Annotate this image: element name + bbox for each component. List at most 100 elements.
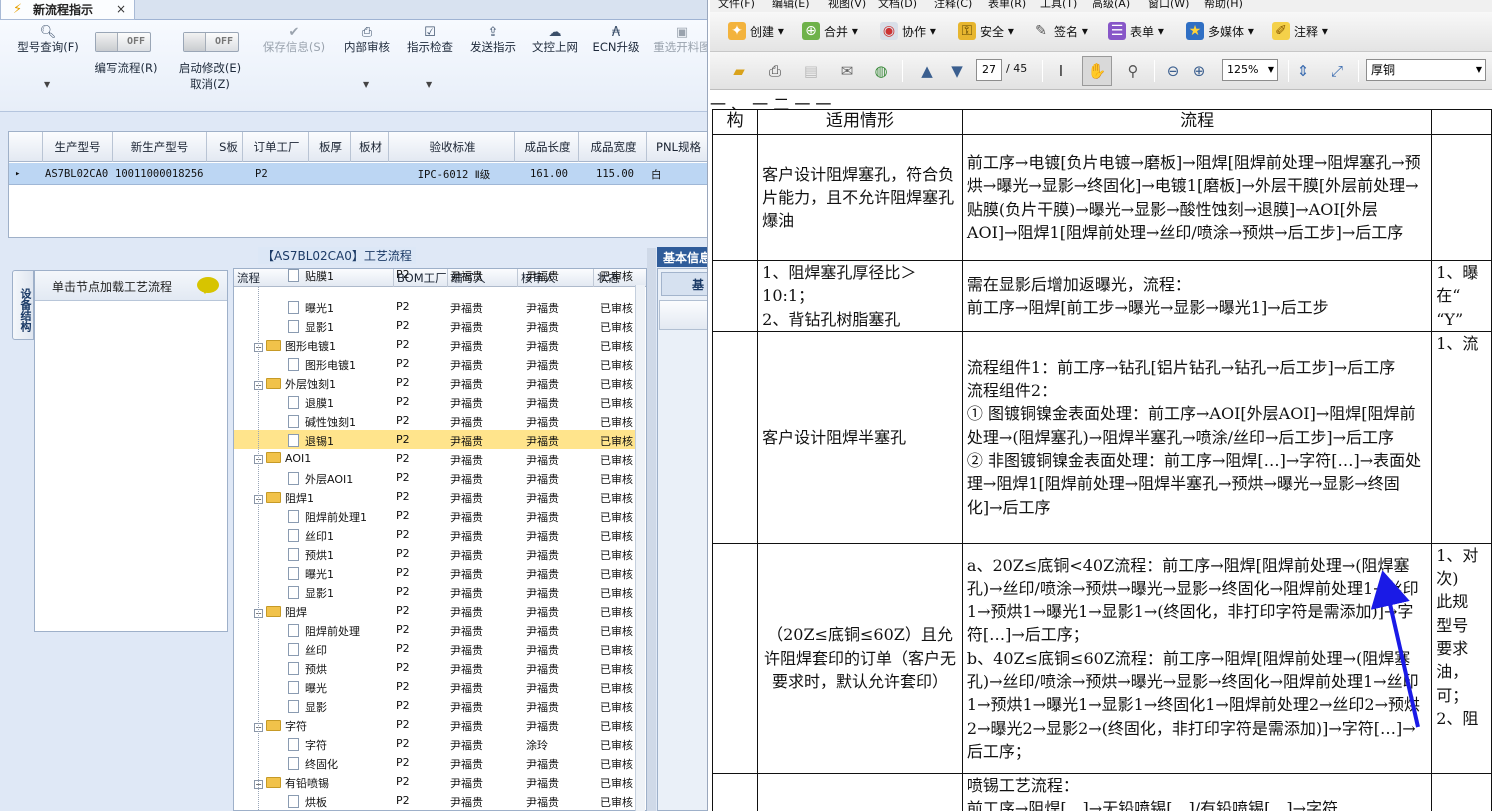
internal-review-dropdown-icon[interactable]: ▼ bbox=[363, 80, 369, 89]
tree-row[interactable]: 烘板 P2 尹福贵 尹福贵 已审核 bbox=[234, 791, 639, 810]
tree-node[interactable]: 曝光1 bbox=[288, 566, 334, 582]
fit-width-icon[interactable]: ⤢ bbox=[1326, 60, 1348, 82]
tree-row[interactable]: 外层AOI1 P2 尹福贵 尹福贵 已审核 bbox=[234, 468, 639, 487]
tree-row[interactable]: − 图形电镀1 P2 尹福贵 尹福贵 已审核 bbox=[234, 335, 639, 354]
grid-cell[interactable]: 白 bbox=[651, 163, 707, 185]
internal-review-button[interactable]: ⎙ 内部审核 bbox=[340, 26, 394, 55]
doc-upload-button[interactable]: ☁ 文控上网 bbox=[528, 26, 582, 55]
reselect-cutting-button[interactable]: ▣ 重选开料图 bbox=[650, 26, 707, 55]
tree-node[interactable]: 显影1 bbox=[288, 585, 334, 601]
tree-node[interactable]: 退膜1 bbox=[288, 395, 334, 411]
tree-node[interactable]: 终固化 bbox=[288, 756, 338, 772]
tree-node[interactable]: 预烘 bbox=[288, 661, 327, 677]
grid-cell[interactable]: 10011000018256 bbox=[115, 163, 207, 185]
tree-row[interactable]: − AOI1 P2 尹福贵 尹福贵 已审核 bbox=[234, 449, 639, 468]
security-button[interactable]: ⚿ 安全 ▾ bbox=[958, 22, 1014, 40]
tree-row[interactable]: 图形电镀1 P2 尹福贵 尹福贵 已审核 bbox=[234, 354, 639, 373]
tree-row[interactable]: 退锡1 P2 尹福贵 尹福贵 已审核 bbox=[234, 430, 639, 449]
tree-row[interactable]: − 阻焊1 P2 尹福贵 尹福贵 已审核 bbox=[234, 487, 639, 506]
tree-node[interactable]: − 外层蚀刻1 bbox=[254, 376, 336, 392]
panel-splitter[interactable] bbox=[647, 248, 656, 811]
hand-tool-icon[interactable]: ✋ bbox=[1082, 56, 1112, 86]
grid-column-header[interactable]: 成品宽度 bbox=[581, 132, 647, 162]
tree-node[interactable]: 曝光1 bbox=[288, 300, 334, 316]
collaborate-button[interactable]: ◉ 协作 ▾ bbox=[880, 22, 936, 40]
tree-node[interactable]: 显影1 bbox=[288, 319, 334, 335]
tree-node[interactable]: − 有铅喷锡 bbox=[254, 775, 329, 791]
grid-column-header[interactable]: S板 bbox=[215, 132, 243, 162]
fit-page-icon[interactable]: ⇕ bbox=[1292, 60, 1314, 82]
cancel-button[interactable]: 取消(Z) bbox=[174, 76, 246, 92]
tree-row[interactable]: 字符 P2 尹福贵 涂玲 已审核 bbox=[234, 734, 639, 753]
tree-node[interactable]: 阻焊前处理 bbox=[288, 623, 360, 639]
grid-column-header[interactable]: PNL规格 bbox=[649, 132, 707, 162]
tree-node[interactable]: 退锡1 bbox=[288, 433, 334, 449]
multimedia-button[interactable]: ★ 多媒体 ▾ bbox=[1186, 22, 1254, 40]
tree-vertical-scrollbar[interactable] bbox=[635, 285, 645, 811]
tree-row[interactable]: 预烘 P2 尹福贵 尹福贵 已审核 bbox=[234, 658, 639, 677]
tree-node[interactable]: − AOI1 bbox=[254, 452, 311, 465]
menu-item[interactable]: 文件(F) bbox=[718, 0, 755, 11]
grid-column-header[interactable]: 板材 bbox=[353, 132, 389, 162]
menu-item[interactable]: 高级(A) bbox=[1092, 0, 1130, 11]
instruction-check-button[interactable]: ☑ 指示检查 bbox=[403, 26, 457, 55]
zoom-select[interactable]: 125% ▼ bbox=[1222, 59, 1278, 81]
send-instruction-button[interactable]: ⇪ 发送指示 bbox=[466, 26, 520, 55]
side-tab-device-structure[interactable]: 设备结构 bbox=[12, 270, 34, 340]
tab-new-process-instruction[interactable]: ⚡ 新流程指示 × bbox=[0, 0, 135, 20]
zoom-in-icon[interactable]: ⊕ bbox=[1188, 60, 1210, 82]
tree-row[interactable]: 显影1 P2 尹福贵 尹福贵 已审核 bbox=[234, 316, 639, 335]
tree-node[interactable]: 阻焊前处理1 bbox=[288, 509, 367, 525]
tree-row[interactable]: 贴膜1 P2 尹福贵 尹福贵 已审核 bbox=[234, 269, 639, 284]
ecn-upgrade-button[interactable]: ₳ ECN升级 bbox=[590, 26, 642, 55]
save-info-button[interactable]: ✔ 保存信息(S) bbox=[258, 26, 330, 55]
grid-cell[interactable] bbox=[355, 163, 389, 185]
email-icon[interactable]: ✉ bbox=[836, 60, 858, 82]
grid-cell[interactable]: 115.00 bbox=[583, 163, 647, 185]
product-grid-row[interactable]: ▸ AS7BL02CA0 10011000018256 P2 IPC-6012 Ⅱ级 16… bbox=[9, 163, 707, 185]
grid-column-header[interactable]: 成品长度 bbox=[517, 132, 579, 162]
sign-button[interactable]: ✎ 签名 ▾ bbox=[1032, 22, 1088, 40]
tree-node[interactable]: 曝光 bbox=[288, 680, 327, 696]
menu-item[interactable]: 文档(D) bbox=[878, 0, 917, 11]
tree-node[interactable]: − 阻焊 bbox=[254, 604, 307, 620]
menu-item[interactable]: 窗口(W) bbox=[1148, 0, 1189, 11]
grid-cell[interactable]: 161.00 bbox=[519, 163, 579, 185]
tree-row[interactable]: − 字符 P2 尹福贵 尹福贵 已审核 bbox=[234, 715, 639, 734]
menu-item[interactable]: 帮助(H) bbox=[1204, 0, 1243, 11]
save-icon[interactable]: ▤ bbox=[800, 60, 822, 82]
tree-row[interactable]: 预烘1 P2 尹福贵 尹福贵 已审核 bbox=[234, 544, 639, 563]
tree-row[interactable]: 曝光1 P2 尹福贵 尹福贵 已审核 bbox=[234, 563, 639, 582]
grid-cell[interactable]: IPC-6012 Ⅱ级 bbox=[393, 163, 515, 185]
tree-node[interactable]: − 阻焊1 bbox=[254, 490, 314, 506]
basic-info-tab[interactable]: 基 bbox=[661, 272, 707, 296]
tree-node[interactable]: 丝印1 bbox=[288, 528, 334, 544]
instruction-check-dropdown-icon[interactable]: ▼ bbox=[426, 80, 432, 89]
merge-button[interactable]: ⊕ 合并 ▾ bbox=[802, 22, 858, 40]
menu-item[interactable]: 注释(C) bbox=[934, 0, 972, 11]
tree-node[interactable]: 字符 bbox=[288, 737, 327, 753]
grid-cell[interactable]: P2 bbox=[247, 163, 309, 185]
tree-row[interactable]: 退膜1 P2 尹福贵 尹福贵 已审核 bbox=[234, 392, 639, 411]
tree-node[interactable]: 碱性蚀刻1 bbox=[288, 414, 356, 430]
load-node-header[interactable]: 单击节点加载工艺流程 bbox=[35, 271, 227, 301]
tree-node[interactable]: 烘板 bbox=[288, 794, 327, 810]
grid-column-header[interactable]: 生产型号 bbox=[43, 132, 113, 162]
grid-column-header[interactable]: 板厚 bbox=[311, 132, 351, 162]
comments-button[interactable]: ✐ 注释 ▾ bbox=[1272, 22, 1328, 40]
menu-item[interactable]: 表单(R) bbox=[988, 0, 1026, 11]
tree-row[interactable]: 曝光1 P2 尹福贵 尹福贵 已审核 bbox=[234, 297, 639, 316]
edit-flow-toggle[interactable]: OFF bbox=[95, 32, 151, 52]
tree-row[interactable]: − 阻焊 P2 尹福贵 尹福贵 已审核 bbox=[234, 601, 639, 620]
forms-button[interactable]: ☰ 表单 ▾ bbox=[1108, 22, 1164, 40]
close-tab-icon[interactable]: × bbox=[116, 2, 126, 16]
current-page-input[interactable]: 27 bbox=[976, 59, 1002, 81]
tree-node[interactable]: − 字符 bbox=[254, 718, 307, 734]
tree-row[interactable]: 终固化 P2 尹福贵 尹福贵 已审核 bbox=[234, 753, 639, 772]
grid-column-header[interactable]: 新生产型号 bbox=[113, 132, 207, 162]
zoom-tool-icon[interactable]: ⚲ bbox=[1122, 60, 1144, 82]
create-button[interactable]: ✦ 创建 ▾ bbox=[728, 22, 784, 40]
open-folder-icon[interactable]: ▰ bbox=[728, 60, 750, 82]
select-text-icon[interactable]: I bbox=[1050, 60, 1072, 82]
tree-row[interactable]: − 有铅喷锡 P2 尹福贵 尹福贵 已审核 bbox=[234, 772, 639, 791]
